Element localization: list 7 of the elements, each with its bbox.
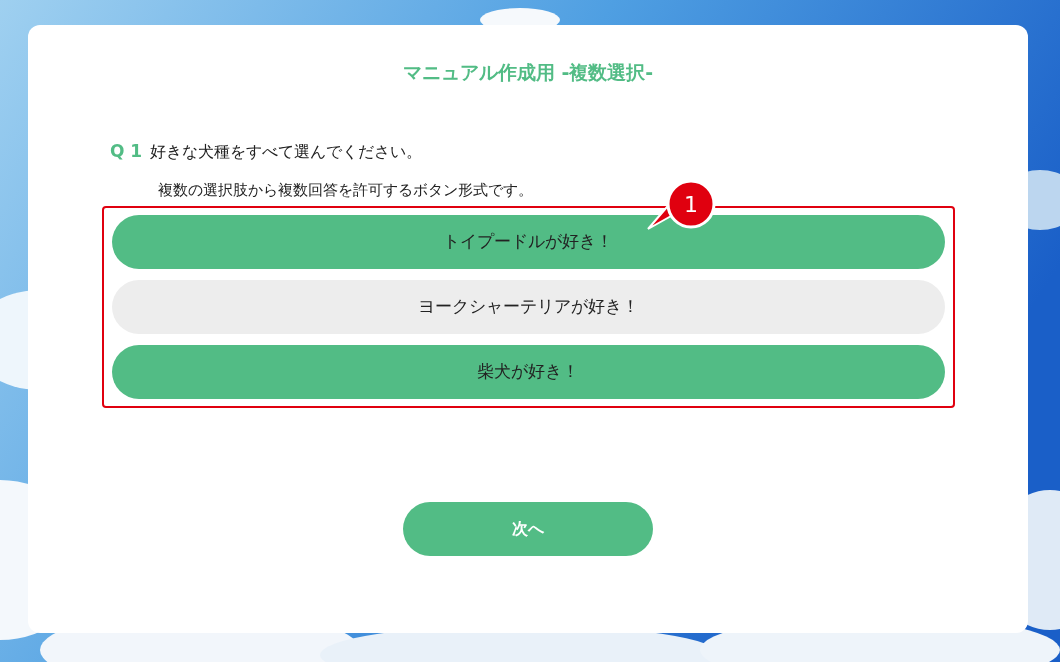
page-title: マニュアル作成用 -複数選択- <box>402 60 654 85</box>
question-note: 複数の選択肢から複数回答を許可するボタン形式です。 <box>158 181 533 199</box>
option-button[interactable]: 柴犬が好き！ <box>111 345 945 399</box>
option-button[interactable]: ヨークシャーテリアが好き！ <box>111 280 945 334</box>
option-button[interactable]: トイプードルが好き！ <box>111 215 945 269</box>
question-text: 好きな犬種をすべて選んでください。 <box>150 140 423 163</box>
question-number: Q 1 <box>110 139 143 163</box>
